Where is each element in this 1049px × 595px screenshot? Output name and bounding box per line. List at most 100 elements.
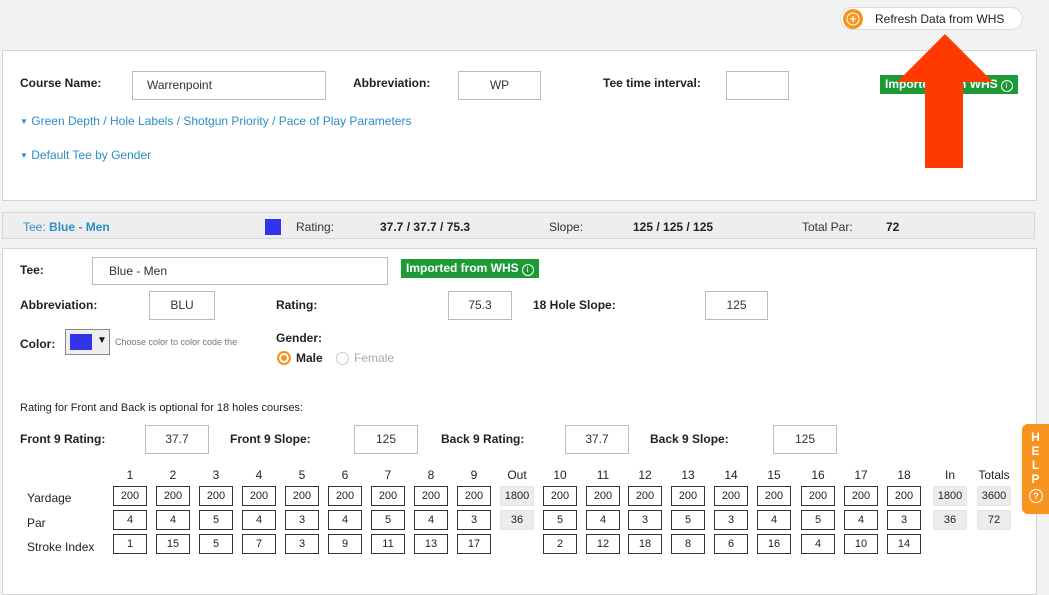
tee-summary-label: Tee: [23,220,46,234]
yardage-cell[interactable]: 200 [887,486,921,506]
par-cell[interactable]: 4 [156,510,190,530]
yardage-cell[interactable]: 200 [457,486,491,506]
stroke-index-row-label: Stroke Index [27,540,95,554]
question-circle-icon: ? [1029,489,1043,503]
yardage-cell[interactable]: 200 [543,486,577,506]
default-tee-expander-link[interactable]: ▼ Default Tee by Gender [20,148,151,162]
stroke-index-cell[interactable]: 12 [586,534,620,554]
hole-header: 1 [126,468,134,482]
tee-time-interval-input[interactable] [726,71,789,100]
par-cell[interactable]: 4 [586,510,620,530]
yardage-cell[interactable]: 200 [628,486,662,506]
params-expander-link[interactable]: ▼ Green Depth / Hole Labels / Shotgun Pr… [20,114,411,128]
stroke-index-cell[interactable]: 2 [543,534,577,554]
yardage-cell[interactable]: 200 [199,486,233,506]
tee-summary-slope-label: Slope: [549,220,584,234]
par-cell[interactable]: 4 [328,510,362,530]
caret-down-icon: ▼ [20,117,28,126]
tee-summary-total-par-value: 72 [886,220,900,234]
par-cell[interactable]: 4 [757,510,791,530]
par-cell[interactable]: 4 [844,510,878,530]
hole-header: 18 [897,468,911,482]
stroke-index-cell[interactable]: 9 [328,534,362,554]
stroke-index-cell[interactable]: 17 [457,534,491,554]
info-icon: i [1000,80,1013,92]
yardage-cell[interactable]: 200 [714,486,748,506]
yardage-cell[interactable]: 200 [586,486,620,506]
stroke-index-cell[interactable]: 3 [285,534,319,554]
yardage-cell[interactable]: 200 [371,486,405,506]
refresh-button-label: Refresh Data from WHS [875,12,1005,26]
par-cell: 36 [500,510,534,530]
tee-summary-total-par-label: Total Par: [802,220,853,234]
stroke-index-cell[interactable]: 5 [199,534,233,554]
yardage-cell: 1800 [500,486,534,506]
par-cell[interactable]: 3 [887,510,921,530]
stroke-index-cell[interactable]: 15 [156,534,190,554]
course-name-label: Course Name: [20,76,102,90]
yardage-cell[interactable]: 200 [844,486,878,506]
par-cell[interactable]: 5 [671,510,705,530]
caret-down-icon: ▼ [20,151,28,160]
stroke-index-cell[interactable]: 8 [671,534,705,554]
course-abbreviation-input[interactable]: WP [458,71,541,100]
help-tab[interactable]: HELP ? [1022,424,1049,514]
hole-header: 7 [384,468,392,482]
yardage-cell[interactable]: 200 [757,486,791,506]
par-cell[interactable]: 3 [628,510,662,530]
hole-header: 5 [298,468,306,482]
yardage-row-label: Yardage [27,491,72,505]
hole-header: 2 [169,468,177,482]
yardage-cell[interactable]: 200 [156,486,190,506]
hole-header: 10 [553,468,567,482]
refresh-data-button[interactable]: Refresh Data from WHS [840,7,1023,30]
stroke-index-cell[interactable]: 4 [801,534,835,554]
yardage-cell[interactable]: 200 [801,486,835,506]
par-cell[interactable]: 4 [113,510,147,530]
red-arrow-annotation [897,34,993,168]
hole-header: 12 [638,468,652,482]
stroke-index-cell[interactable]: 7 [242,534,276,554]
plus-circle-icon [843,9,863,29]
par-cell[interactable]: 5 [801,510,835,530]
stroke-index-cell[interactable]: 11 [371,534,405,554]
help-letter: P [1031,472,1040,486]
yardage-cell: 3600 [977,486,1011,506]
hole-header: 16 [811,468,825,482]
par-cell[interactable]: 5 [543,510,577,530]
hole-header: 11 [596,468,610,482]
stroke-index-cell[interactable]: 16 [757,534,791,554]
hole-header: 14 [724,468,738,482]
par-cell[interactable]: 3 [714,510,748,530]
stroke-index-cell[interactable]: 1 [113,534,147,554]
help-letter: L [1031,458,1040,472]
tee-summary-rating-label: Rating: [296,220,335,234]
par-cell[interactable]: 4 [414,510,448,530]
tee-summary-rating-value: 37.7 / 37.7 / 75.3 [380,220,471,234]
yardage-cell[interactable]: 200 [285,486,319,506]
help-label: HELP [1022,430,1049,486]
stroke-index-cell[interactable]: 18 [628,534,662,554]
yardage-cell[interactable]: 200 [414,486,448,506]
hole-header: 8 [427,468,435,482]
yardage-cell[interactable]: 200 [113,486,147,506]
course-panel: Course Name: Warrenpoint Abbreviation: W… [2,50,1037,201]
par-cell[interactable]: 3 [285,510,319,530]
tee-summary-tee: Tee: Blue - Men [23,220,110,234]
yardage-cell[interactable]: 200 [328,486,362,506]
stroke-index-cell[interactable]: 6 [714,534,748,554]
stroke-index-cell[interactable]: 13 [414,534,448,554]
course-name-input[interactable]: Warrenpoint [132,71,326,100]
yardage-cell[interactable]: 200 [242,486,276,506]
tee-summary-bar[interactable]: Tee: Blue - Men Rating: 37.7 / 37.7 / 75… [2,212,1035,239]
stroke-index-cell[interactable]: 14 [887,534,921,554]
stroke-index-cell[interactable]: 10 [844,534,878,554]
yardage-cell[interactable]: 200 [671,486,705,506]
par-cell[interactable]: 5 [371,510,405,530]
par-cell[interactable]: 4 [242,510,276,530]
help-letter: H [1031,430,1040,444]
par-cell[interactable]: 3 [457,510,491,530]
hole-header: 6 [341,468,349,482]
par-cell[interactable]: 5 [199,510,233,530]
par-cell: 36 [933,510,967,530]
